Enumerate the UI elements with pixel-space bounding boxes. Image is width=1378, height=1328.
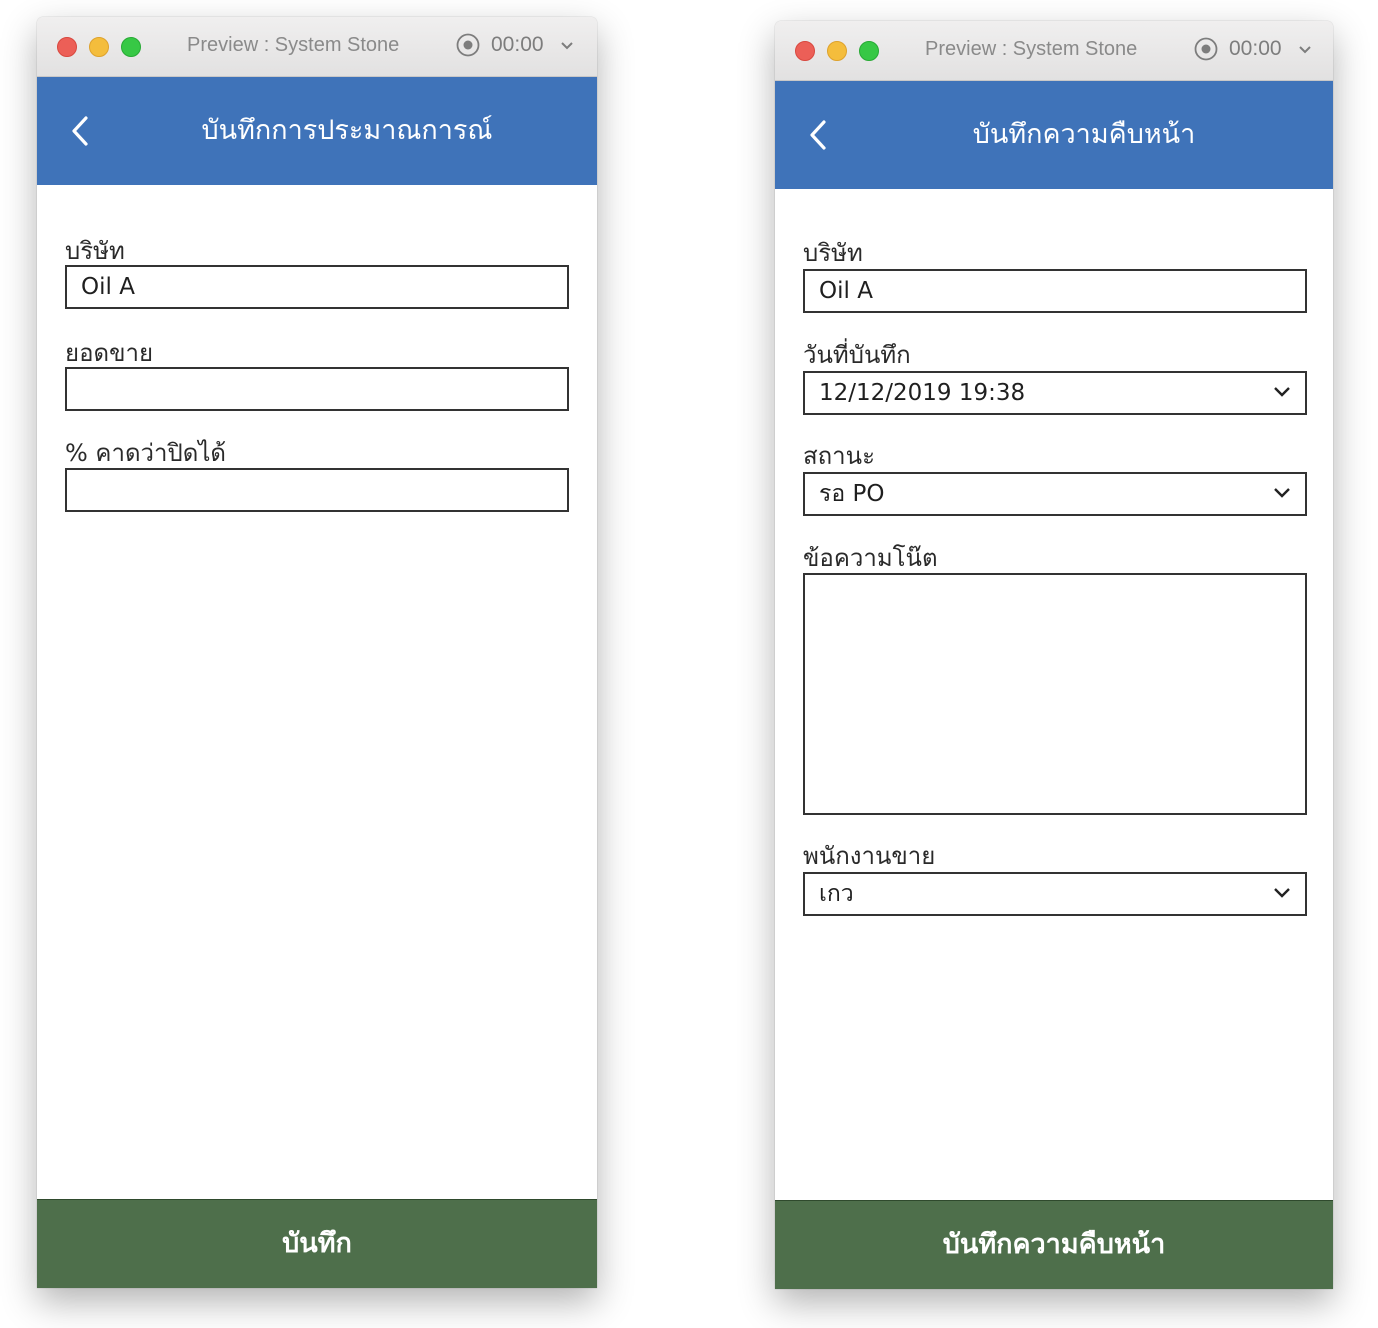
save-progress-button-label: บันทึกความคืบหน้า [942, 1229, 1166, 1260]
chevron-down-icon[interactable] [1298, 45, 1312, 55]
timer-readout: 00:00 [491, 33, 544, 56]
close-percent-label: % คาดว่าปิดได้ [65, 439, 226, 467]
sales-amount-field[interactable] [65, 367, 569, 411]
window-title: Preview : System Stone [187, 34, 400, 56]
record-date-value: 12/12/2019 19:38 [819, 380, 1026, 406]
chevron-down-icon [1274, 888, 1290, 898]
company-value: Oil A [81, 274, 135, 300]
preview-window-progress: Preview : System Stone 00:00 บันทึกความค… [775, 21, 1333, 1289]
close-percent-field[interactable] [65, 468, 569, 512]
close-window-button[interactable] [795, 41, 815, 61]
company-value: Oil A [819, 278, 873, 304]
company-label: บริษัท [803, 239, 863, 267]
app-header: บันทึกการประมาณการณ์ [37, 77, 597, 185]
status-dropdown[interactable]: รอ PO [803, 472, 1307, 516]
save-button[interactable]: บันทึก [37, 1199, 597, 1288]
note-label: ข้อความโน๊ต [803, 544, 938, 572]
window-titlebar[interactable]: Preview : System Stone 00:00 [775, 21, 1333, 81]
screen-title: บันทึกการประมาณการณ์ [201, 115, 493, 146]
chevron-down-icon [1274, 488, 1290, 498]
window-title: Preview : System Stone [925, 38, 1138, 60]
record-date-label: วันที่บันทึก [803, 341, 911, 369]
screen-title: บันทึกความคืบหน้า [972, 119, 1196, 150]
window-titlebar[interactable]: Preview : System Stone 00:00 [37, 17, 597, 77]
record-date-dropdown[interactable]: 12/12/2019 19:38 [803, 371, 1307, 415]
record-icon[interactable] [1194, 37, 1218, 61]
back-chevron-icon[interactable] [807, 119, 829, 151]
salesperson-label: พนักงานขาย [803, 842, 936, 870]
save-progress-button[interactable]: บันทึกความคืบหน้า [775, 1200, 1333, 1289]
chevron-down-icon [1274, 387, 1290, 397]
salesperson-value: เกว [819, 881, 854, 907]
company-field[interactable]: Oil A [65, 265, 569, 309]
chevron-down-icon[interactable] [560, 41, 574, 51]
preview-window-estimate: Preview : System Stone 00:00 บันทึกการปร… [37, 17, 597, 1288]
save-button-label: บันทึก [282, 1228, 352, 1259]
maximize-window-button[interactable] [859, 41, 879, 61]
close-window-button[interactable] [57, 37, 77, 57]
back-chevron-icon[interactable] [69, 115, 91, 147]
status-label: สถานะ [803, 442, 875, 470]
minimize-window-button[interactable] [89, 37, 109, 57]
timer-readout: 00:00 [1229, 37, 1282, 60]
status-value: รอ PO [819, 481, 885, 507]
minimize-window-button[interactable] [827, 41, 847, 61]
note-textarea[interactable] [803, 573, 1307, 815]
company-field[interactable]: Oil A [803, 269, 1307, 313]
maximize-window-button[interactable] [121, 37, 141, 57]
record-icon[interactable] [456, 33, 480, 57]
salesperson-dropdown[interactable]: เกว [803, 872, 1307, 916]
app-header: บันทึกความคืบหน้า [775, 81, 1333, 189]
